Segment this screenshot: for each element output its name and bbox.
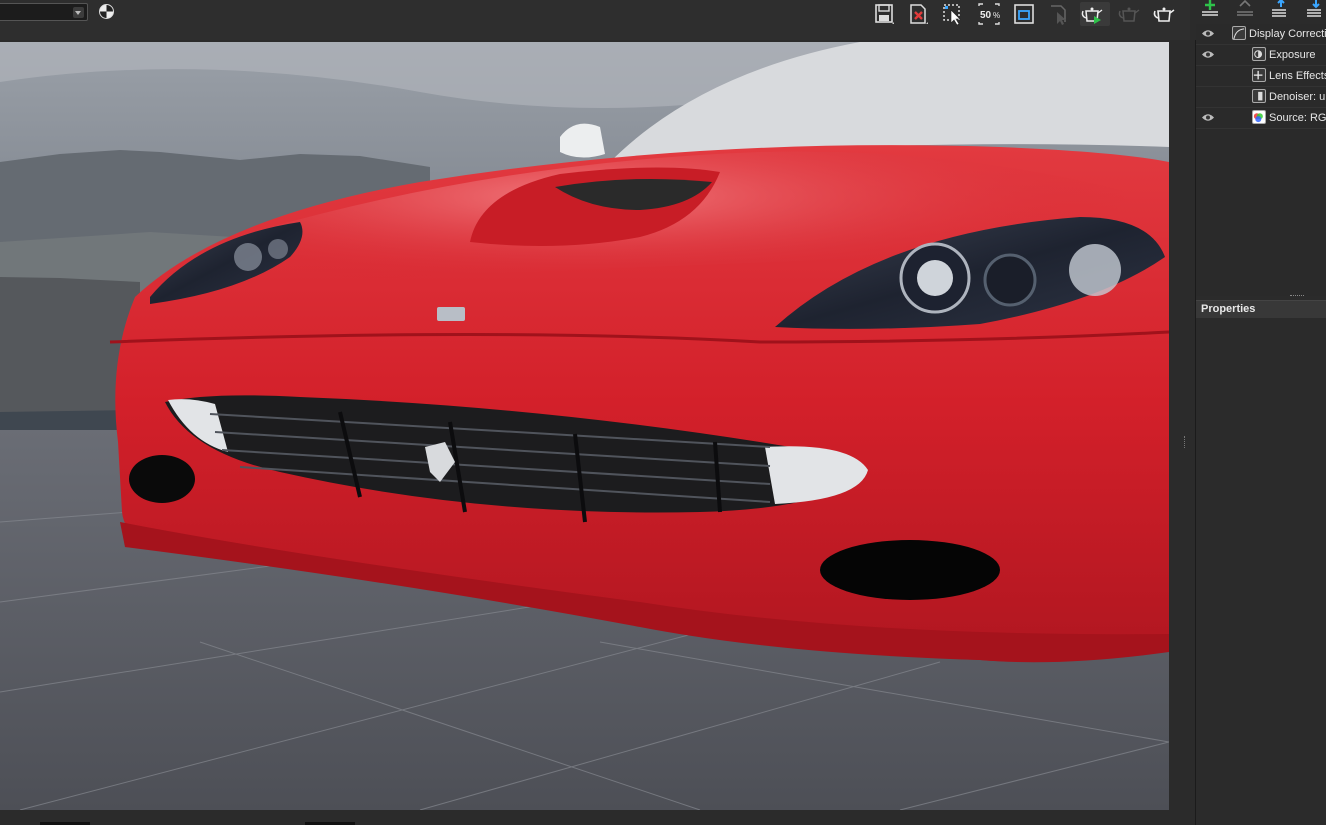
svg-text:%: % [993, 11, 1000, 20]
render-disabled-icon [1051, 5, 1066, 25]
zoom-button[interactable]: 50% [977, 2, 1001, 26]
save-button[interactable] [872, 2, 896, 26]
layer-label: Source: RGB [1269, 112, 1326, 124]
properties-header: Properties [1196, 300, 1326, 318]
layer-up-icon [1272, 0, 1286, 17]
layer-item-display-correction[interactable]: Display Correction [1196, 24, 1326, 45]
fit-window-button[interactable] [1012, 2, 1036, 26]
splitter-grip-icon [1184, 436, 1186, 448]
layer-item-denoiser[interactable]: Denoiser: un [1196, 87, 1326, 108]
render-viewport[interactable] [0, 42, 1169, 810]
save-icon [875, 4, 894, 24]
layer-item-exposure[interactable]: Exposure [1196, 45, 1326, 66]
chevron-down-icon[interactable] [73, 7, 84, 18]
zoom-50-icon: 50% [978, 3, 1000, 25]
render-button[interactable] [1080, 2, 1110, 26]
region-select-icon [943, 4, 961, 26]
layers-list: Display Correction Exposure Lens Effects… [1196, 24, 1326, 296]
status-bar [0, 810, 1169, 825]
layer-item-source-rgb[interactable]: Source: RGB [1196, 108, 1326, 129]
layer-label: Exposure [1269, 49, 1316, 61]
layer-label: Display Correction [1249, 28, 1326, 40]
source-rgb-icon [1252, 110, 1266, 124]
rendered-car-image [0, 42, 1169, 810]
denoiser-icon [1252, 89, 1266, 103]
right-panel: Display Correction Exposure Lens Effects… [1196, 0, 1326, 825]
render-last-button[interactable] [1117, 2, 1141, 26]
zoom-label: 50 [980, 10, 992, 21]
properties-body [1196, 318, 1326, 825]
exposure-icon [1252, 47, 1266, 61]
properties-title: Properties [1201, 303, 1256, 315]
layers-toolbar [1196, 0, 1326, 22]
render-teapot-disabled-icon [1118, 7, 1140, 22]
panel-splitter[interactable] [1169, 40, 1196, 825]
remove-layer-icon [1237, 0, 1253, 16]
clear-image-button[interactable] [906, 2, 930, 26]
region-select-button[interactable] [941, 2, 965, 26]
layer-item-lens-effects[interactable]: Lens Effects [1196, 66, 1326, 87]
render-setup-button[interactable] [1152, 2, 1176, 26]
channel-display-icon[interactable] [99, 4, 114, 19]
close-image-icon [910, 4, 928, 24]
app-window: 50% Display Correct Exposure Lens Effect… [0, 0, 1326, 825]
eye-icon[interactable] [1202, 29, 1214, 38]
fit-window-icon [1014, 4, 1034, 24]
lens-effects-icon [1252, 68, 1266, 82]
add-layer-button[interactable] [1199, 0, 1221, 18]
remove-layer-button[interactable] [1234, 0, 1256, 18]
splitter-grip-icon [1290, 295, 1304, 297]
layer-label: Denoiser: un [1269, 91, 1326, 103]
teapot-icon [1153, 7, 1175, 22]
curve-icon [1232, 26, 1246, 40]
layer-down-icon [1307, 0, 1321, 17]
render-teapot-icon [1081, 7, 1103, 24]
eye-icon[interactable] [1202, 50, 1214, 59]
layer-down-button[interactable] [1304, 0, 1326, 18]
add-layer-icon [1202, 0, 1218, 16]
layer-up-button[interactable] [1269, 0, 1291, 18]
channel-dropdown[interactable] [0, 3, 88, 21]
eye-icon[interactable] [1202, 113, 1214, 122]
track-mouse-button[interactable] [1047, 2, 1071, 26]
top-toolbar: 50% [0, 0, 1190, 40]
layer-label: Lens Effects [1269, 70, 1326, 82]
